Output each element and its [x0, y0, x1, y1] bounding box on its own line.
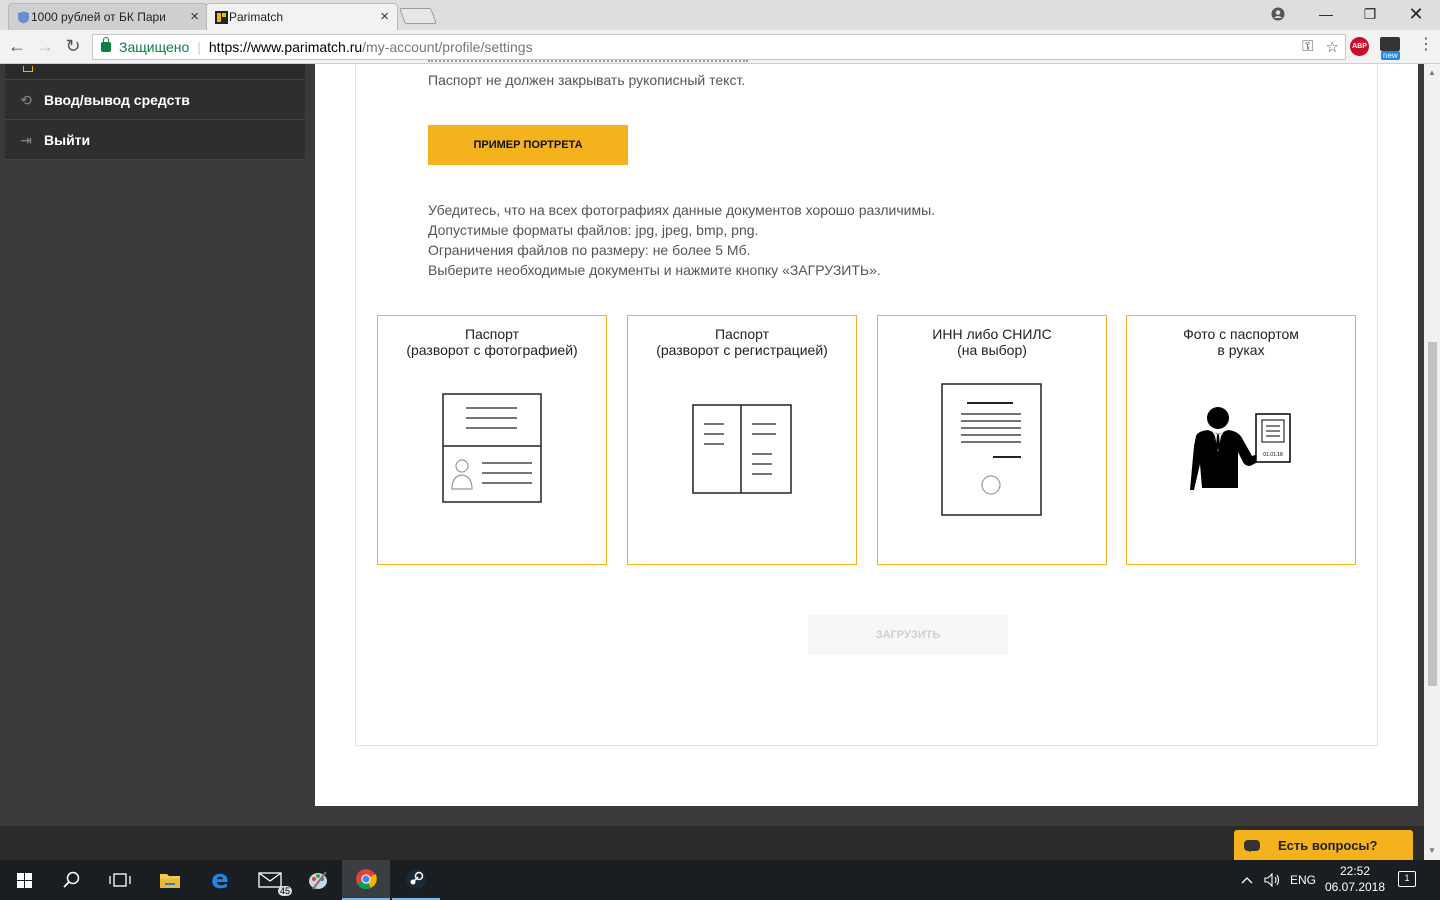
new-badge: new [1381, 51, 1400, 60]
tax-document-icon [941, 383, 1042, 516]
volume-icon[interactable] [1264, 860, 1282, 900]
browser-menu-icon[interactable]: ⋮ [1418, 34, 1434, 54]
mail-extension-icon[interactable]: new [1380, 37, 1402, 60]
page-footer-strip [0, 826, 1424, 860]
upload-instruction-line: Убедитесь, что на всех фотографиях данны… [428, 202, 936, 218]
windows-logo-icon [16, 872, 32, 888]
sidebar-item-deposit-withdraw[interactable]: ⟲ Ввод/вывод средств [5, 80, 305, 120]
reload-icon[interactable]: ↻ [62, 35, 84, 57]
minimize-icon[interactable]: — [1304, 3, 1348, 25]
page-scrollbar[interactable]: ▲ ▼ [1424, 64, 1440, 860]
account-sidebar: ⟲ Ввод/вывод средств ⇥ Выйти [5, 64, 305, 160]
card-title: Фото с паспортом в руках [1183, 326, 1299, 358]
card-title: Паспорт (разворот с регистрацией) [656, 326, 828, 358]
steam-taskbar-icon[interactable] [392, 860, 440, 900]
logout-icon: ⇥ [20, 131, 32, 148]
clock-date: 06.07.2018 [1324, 880, 1386, 894]
show-hidden-icons-icon[interactable] [1241, 860, 1253, 900]
transfer-icon: ⟲ [20, 91, 32, 108]
shield-favicon-icon [17, 11, 30, 24]
scrollbar-thumb[interactable] [1428, 342, 1437, 686]
upload-button[interactable]: ЗАГРУЗИТЬ [808, 615, 1008, 655]
chat-bubble-icon [1244, 839, 1260, 852]
forward-icon[interactable]: → [34, 35, 56, 57]
close-window-icon[interactable]: ✕ [1394, 3, 1438, 25]
mail-count-badge: 45 [277, 886, 292, 896]
system-clock[interactable]: 22:52 06.07.2018 [1320, 863, 1390, 895]
back-icon[interactable]: ← [6, 35, 28, 57]
browser-tab-2[interactable]: Parimatch × [206, 3, 398, 30]
paint-app-icon[interactable] [294, 860, 342, 900]
mail-app-icon[interactable]: 45 [246, 860, 294, 900]
passport-photo-page-icon [442, 393, 542, 503]
sidebar-item-cut-off[interactable] [5, 64, 305, 80]
scroll-up-icon[interactable]: ▲ [1428, 68, 1436, 77]
start-button[interactable] [0, 860, 48, 900]
document-card-inn-snils[interactable]: ИНН либо СНИЛС (на выбор) [877, 315, 1107, 565]
cut-off-text-line [428, 52, 828, 64]
action-center-icon[interactable]: 1 [1398, 871, 1416, 887]
divider: | [197, 39, 201, 55]
main-content: Паспорт не должен закрывать рукописный т… [315, 60, 1418, 806]
chat-label: Есть вопросы? [1278, 837, 1378, 853]
browser-tab-strip: 1000 рублей от БК Пари × Parimatch × — ❐… [0, 0, 1440, 30]
passport-registration-page-icon [692, 404, 792, 494]
document-card-passport-photo[interactable]: Паспорт (разворот с фотографией) [377, 315, 607, 565]
upload-instruction-line: Ограничения файлов по размеру: не более … [428, 242, 751, 258]
language-indicator[interactable]: ENG [1290, 860, 1316, 900]
url-host: https://www.parimatch.ru [208, 39, 363, 55]
profile-icon[interactable] [1256, 3, 1300, 25]
sidebar-icon [23, 66, 33, 72]
tab-title: Parimatch [229, 10, 284, 24]
adblock-extension-icon[interactable]: ABP [1350, 37, 1369, 56]
sidebar-item-logout[interactable]: ⇥ Выйти [5, 120, 305, 160]
example-portrait-button[interactable]: ПРИМЕР ПОРТРЕТА [428, 125, 628, 165]
new-tab-button[interactable] [399, 8, 437, 24]
maximize-icon[interactable]: ❐ [1348, 3, 1392, 25]
sidebar-item-label: Выйти [44, 131, 91, 148]
document-card-selfie-with-passport[interactable]: Фото с паспортом в руках 01.01.18 [1126, 315, 1356, 565]
parimatch-favicon-icon [215, 11, 228, 24]
upload-instruction-line: Выберите необходимые документы и нажмите… [428, 262, 881, 278]
lock-icon [101, 37, 111, 52]
document-card-passport-registration[interactable]: Паспорт (разворот с регистрацией) [627, 315, 857, 565]
upload-instruction-line: Допустимые форматы файлов: jpg, jpeg, bm… [428, 222, 759, 238]
windows-taskbar: e 45 ENG 22:52 06.07.2018 1 [0, 860, 1440, 900]
edge-browser-icon[interactable]: e [196, 860, 244, 900]
close-tab-icon[interactable]: × [190, 8, 199, 25]
document-date-label: 01.01.18 [1263, 452, 1283, 458]
chrome-taskbar-icon[interactable] [342, 860, 390, 900]
browser-tab-1[interactable]: 1000 рублей от БК Пари × [8, 3, 208, 30]
scroll-down-icon[interactable]: ▼ [1428, 846, 1436, 855]
passport-note: Паспорт не должен закрывать рукописный т… [428, 72, 746, 88]
card-title: ИНН либо СНИЛС (на выбор) [932, 326, 1052, 358]
file-explorer-icon[interactable] [146, 860, 194, 900]
bookmark-star-icon[interactable]: ☆ [1326, 38, 1339, 56]
secure-label: Защищено [119, 39, 190, 55]
search-icon[interactable] [48, 860, 96, 900]
task-view-icon[interactable] [96, 860, 144, 900]
clock-time: 22:52 [1339, 864, 1371, 878]
card-title: Паспорт (разворот с фотографией) [406, 326, 578, 358]
envelope-icon [1380, 37, 1400, 51]
key-icon[interactable]: ⚿ [1302, 38, 1313, 56]
tab-title: 1000 рублей от БК Пари [31, 10, 166, 24]
chat-help-button[interactable]: Есть вопросы? [1234, 830, 1413, 860]
person-holding-passport-icon: 01.01.18 [1190, 407, 1291, 490]
documents-panel: Паспорт не должен закрывать рукописный т… [355, 60, 1378, 746]
sidebar-item-label: Ввод/вывод средств [44, 91, 190, 108]
close-tab-icon[interactable]: × [380, 8, 389, 25]
